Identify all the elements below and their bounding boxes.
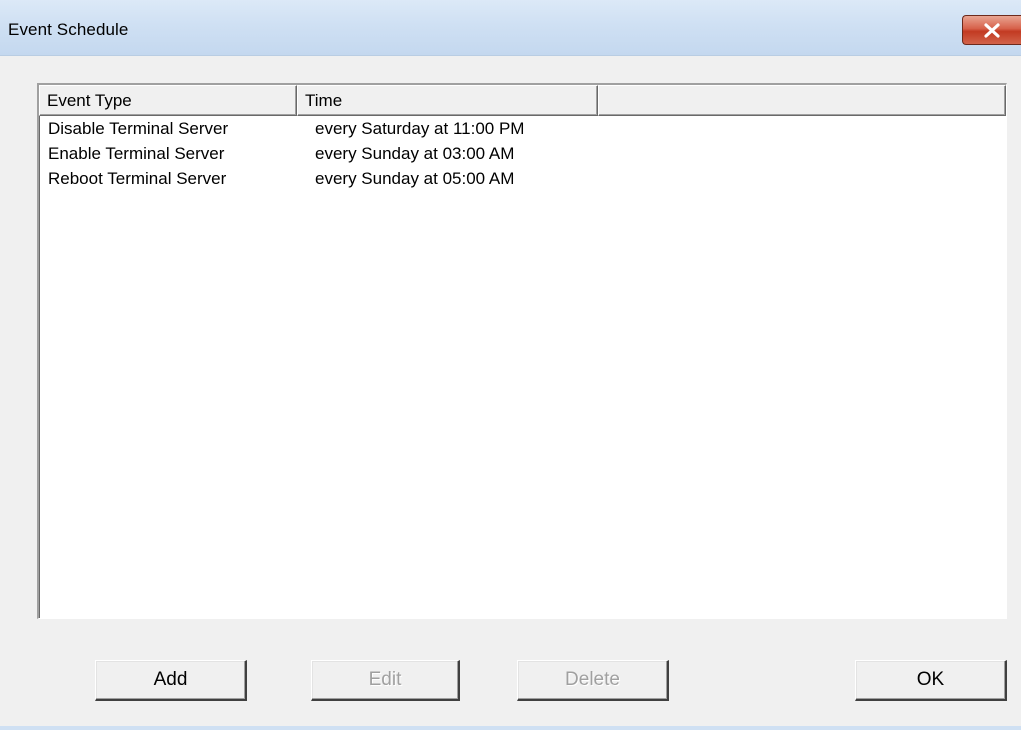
column-header-time[interactable]: Time (297, 85, 598, 116)
event-type-cell: Reboot Terminal Server (48, 169, 227, 188)
delete-button[interactable]: Delete (517, 660, 669, 701)
list-item[interactable]: Enable Terminal Server every Sunday at 0… (39, 144, 1006, 169)
column-header-event-type[interactable]: Event Type (39, 85, 297, 116)
close-icon (984, 23, 1000, 38)
event-time-cell: every Sunday at 03:00 AM (315, 144, 515, 163)
event-type-cell: Disable Terminal Server (48, 119, 229, 138)
event-schedule-dialog: Event Schedule Event Type Time Disable T… (0, 0, 1021, 730)
event-type-cell: Enable Terminal Server (48, 144, 225, 163)
list-header: Event Type Time (39, 85, 1006, 116)
event-list[interactable]: Event Type Time Disable Terminal Server … (37, 83, 1007, 619)
add-button[interactable]: Add (95, 660, 247, 701)
list-item[interactable]: Disable Terminal Server every Saturday a… (39, 119, 1006, 144)
window-title: Event Schedule (8, 20, 129, 39)
column-header-empty[interactable] (598, 85, 1006, 116)
ok-button[interactable]: OK (855, 660, 1007, 701)
event-time-cell: every Sunday at 05:00 AM (315, 169, 515, 188)
list-body: Disable Terminal Server every Saturday a… (39, 119, 1006, 194)
event-time-cell: every Saturday at 11:00 PM (315, 119, 525, 138)
close-button[interactable] (962, 15, 1021, 45)
window-bottom-border (0, 726, 1021, 730)
edit-button[interactable]: Edit (311, 660, 460, 701)
list-item[interactable]: Reboot Terminal Server every Sunday at 0… (39, 169, 1006, 194)
title-bar[interactable]: Event Schedule (0, 0, 1021, 56)
